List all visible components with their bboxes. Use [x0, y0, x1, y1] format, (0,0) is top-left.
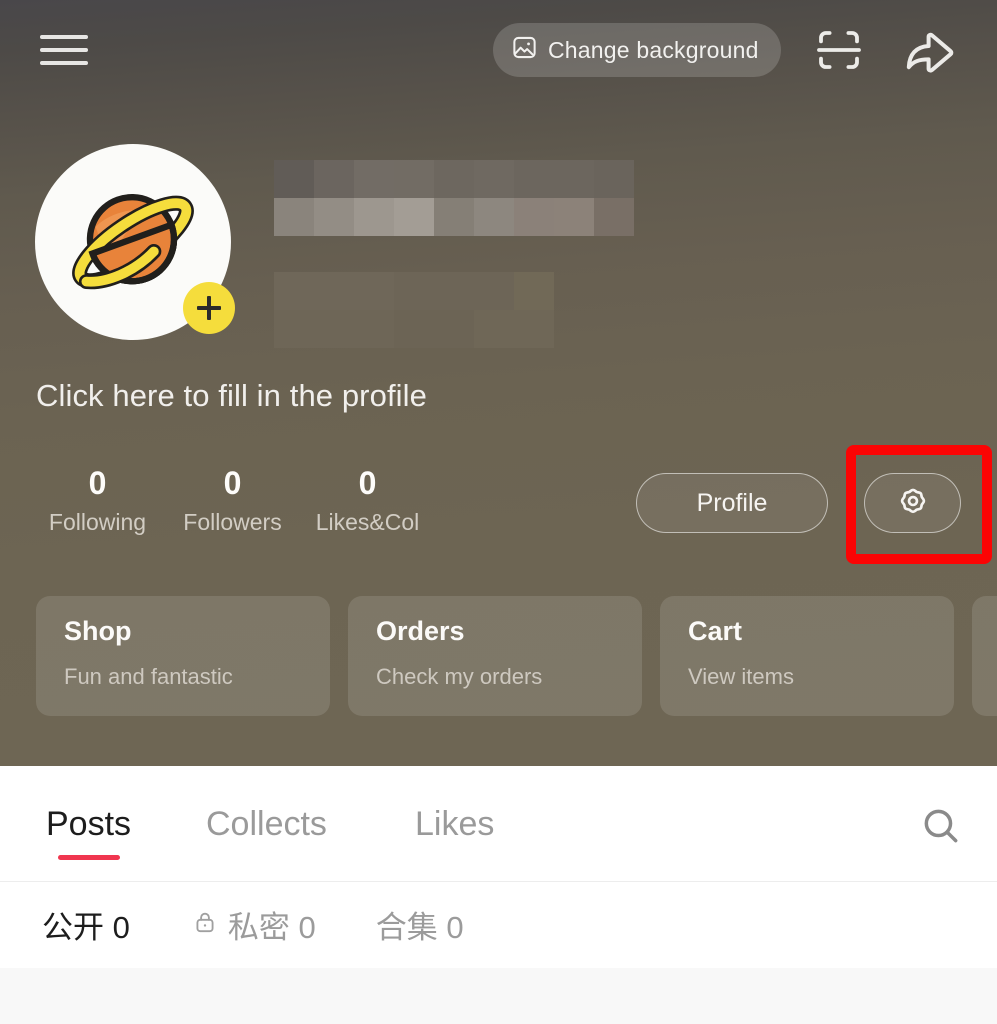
profile-screen: Change background Click here to fill in … — [0, 0, 997, 1024]
subfilter-private-label: 私密 0 — [227, 910, 316, 945]
stat-followers[interactable]: 0 Followers — [165, 463, 300, 539]
content-tabs: Posts Collects Likes — [0, 766, 997, 882]
quick-cards-row: Shop Fun and fantastic Orders Check my o… — [36, 596, 997, 716]
subfilter-private[interactable]: 私密 0 — [192, 902, 316, 947]
stat-likes-collections-label: Likes&Col — [315, 509, 420, 535]
subfilter-public-label: 公开 0 — [42, 910, 130, 945]
tab-collects[interactable]: Collects — [206, 766, 327, 882]
tab-posts[interactable]: Posts — [46, 766, 131, 882]
content-area: Posts Collects Likes 公开 0 私密 0 合集 0 — [0, 766, 997, 968]
scan-qr-icon[interactable] — [810, 22, 868, 78]
quick-card-shop[interactable]: Shop Fun and fantastic — [36, 596, 330, 716]
stats-row: 0 Following 0 Followers 0 Likes&Col — [30, 463, 435, 539]
change-background-label: Change background — [548, 36, 759, 63]
change-background-button[interactable]: Change background — [493, 23, 781, 77]
stat-following-label: Following — [48, 509, 147, 535]
hamburger-menu-icon[interactable] — [40, 30, 88, 70]
quick-card-orders[interactable]: Orders Check my orders — [348, 596, 642, 716]
stat-following[interactable]: 0 Following — [30, 463, 165, 539]
edit-profile-label: Profile — [696, 488, 768, 517]
redacted-username — [274, 160, 634, 236]
quick-card-shop-subtitle: Fun and fantastic — [64, 664, 233, 689]
profile-cover: Change background Click here to fill in … — [0, 0, 997, 766]
stat-followers-label: Followers — [183, 509, 282, 535]
stat-likes-collections[interactable]: 0 Likes&Col — [300, 463, 435, 539]
page-bottom-area — [0, 968, 997, 1024]
tab-posts-label: Posts — [46, 804, 132, 843]
image-picture-icon — [511, 34, 538, 66]
quick-card-shop-title: Shop — [64, 616, 132, 646]
edit-profile-button[interactable]: Profile — [636, 473, 828, 533]
tab-collects-label: Collects — [206, 804, 327, 843]
quick-card-cart-subtitle: View items — [688, 664, 794, 689]
lock-icon — [192, 909, 218, 940]
gear-settings-icon — [894, 482, 932, 525]
quick-card-cart-title: Cart — [688, 616, 743, 646]
post-subfilters: 公开 0 私密 0 合集 0 — [0, 882, 997, 967]
share-arrow-icon[interactable] — [900, 20, 962, 78]
subfilter-public[interactable]: 公开 0 — [42, 902, 130, 947]
redacted-username-line2 — [274, 272, 554, 348]
settings-button[interactable] — [864, 473, 961, 533]
avatar-container — [35, 144, 235, 340]
search-icon[interactable] — [915, 800, 967, 852]
quick-card-next-partial[interactable] — [972, 596, 997, 716]
stat-followers-value: 0 — [223, 465, 242, 501]
tab-likes[interactable]: Likes — [415, 766, 494, 882]
plus-badge-icon[interactable] — [183, 282, 235, 334]
quick-card-cart[interactable]: Cart View items — [660, 596, 954, 716]
tab-active-underline — [57, 855, 120, 860]
quick-card-orders-subtitle: Check my orders — [376, 664, 543, 689]
stat-following-value: 0 — [88, 465, 107, 501]
subfilter-collections-label: 合集 0 — [375, 910, 464, 945]
top-bar: Change background — [0, 0, 997, 100]
stat-likes-collections-value: 0 — [358, 465, 377, 501]
subfilter-collections[interactable]: 合集 0 — [376, 902, 464, 947]
quick-card-orders-title: Orders — [376, 616, 465, 646]
fill-profile-hint[interactable]: Click here to fill in the profile — [36, 378, 427, 414]
tab-likes-label: Likes — [415, 804, 495, 843]
